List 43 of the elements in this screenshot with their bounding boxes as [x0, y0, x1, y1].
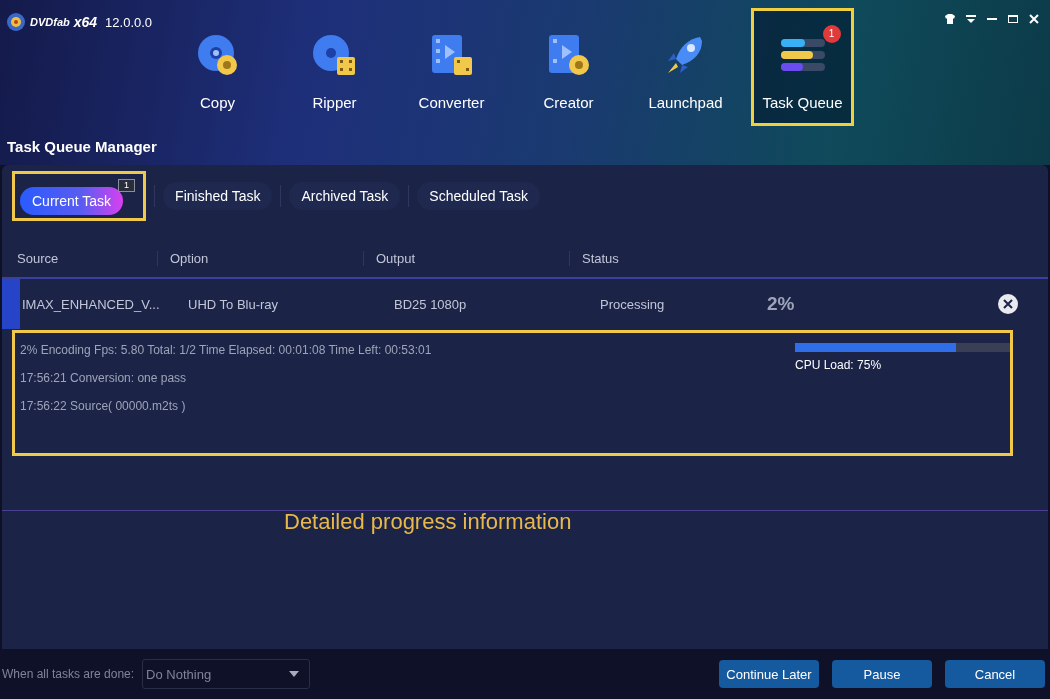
footer-button[interactable]: Cancel: [945, 660, 1045, 688]
table-cell-text: IMAX_ENHANCED_V...: [21, 296, 161, 312]
tab[interactable]: Current Task: [20, 187, 124, 215]
cpu-load-label: CPU Load: 75%: [795, 358, 883, 372]
footer-button[interactable]: Pause: [832, 660, 932, 688]
tab[interactable]: Finished Task: [163, 182, 273, 210]
log-line: 17:56:21 Conversion: one pass: [20, 371, 188, 387]
dropdown-menu-icon: [965, 13, 977, 25]
progress-percent: 2%: [767, 293, 795, 315]
edition-label: x64: [73, 14, 98, 30]
nav-item[interactable]: Copy: [166, 8, 269, 126]
action-dropdown[interactable]: Do Nothing: [142, 659, 311, 689]
close-icon: [1003, 299, 1013, 309]
column-header: Source: [16, 250, 60, 266]
nav-item[interactable]: Ripper: [283, 8, 386, 126]
tab[interactable]: Scheduled Task: [417, 182, 540, 210]
nav-item[interactable]: Launchpad: [634, 8, 737, 126]
section-title: Task Queue Manager: [6, 137, 158, 155]
shirt-icon: [944, 13, 956, 25]
tab[interactable]: Archived Task: [289, 182, 401, 210]
table-cell-text: BD25 1080p: [393, 296, 468, 312]
nav-item[interactable]: 1 Task Queue: [751, 8, 854, 126]
count-badge: 1: [118, 179, 136, 192]
caret-icon: [289, 671, 300, 677]
close-icon: [1028, 13, 1040, 25]
logo-icon: [6, 12, 26, 32]
footer-label: When all tasks are done:: [2, 667, 135, 681]
column-header: Option: [157, 250, 363, 266]
remove-button[interactable]: [998, 294, 1018, 314]
column-header: Status: [569, 250, 739, 266]
column-header: Output: [363, 250, 569, 266]
table-cell-text: Processing: [599, 296, 666, 312]
nav-item[interactable]: Converter: [400, 8, 503, 126]
annotation-text: Detailed progress information: [284, 509, 573, 535]
log-line: 2% Encoding Fps: 5.80 Total: 1/2 Time Elapsed: 00:01:08 Time Left: 00:53:01: [20, 343, 433, 359]
maximize-icon: [1007, 13, 1019, 25]
brand-name: DVDfab: [30, 16, 70, 28]
footer-button[interactable]: Continue Later: [719, 660, 819, 688]
version-label: 12.0.0.0: [105, 14, 153, 30]
nav-item[interactable]: Creator: [517, 8, 620, 126]
table-cell-text: UHD To Blu-ray: [187, 296, 280, 312]
count-badge: 1: [822, 25, 841, 43]
log-line: 17:56:22 Source( 00000.m2ts ): [20, 399, 187, 415]
